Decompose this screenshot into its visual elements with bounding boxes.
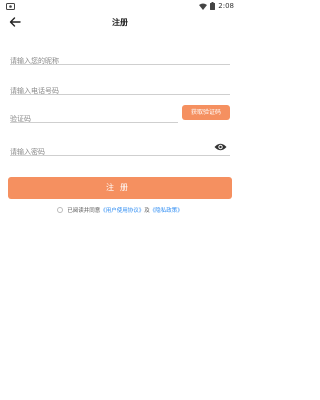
get-code-button[interactable]: 获取验证码: [182, 105, 230, 120]
nickname-input[interactable]: [10, 53, 230, 69]
register-button[interactable]: 注册: [8, 177, 232, 199]
agreement-row: 已阅读并同意 《用户使用协议》 及 《隐私政策》: [0, 205, 240, 215]
phone-input[interactable]: [10, 83, 230, 99]
agreement-prefix: 已阅读并同意: [67, 208, 101, 214]
agreement-checkbox[interactable]: [57, 207, 64, 213]
wifi-icon: [199, 3, 208, 10]
battery-icon: [210, 2, 216, 10]
privacy-policy-link[interactable]: 《隐私政策》: [150, 206, 183, 214]
user-agreement-link[interactable]: 《用户使用协议》: [100, 206, 144, 214]
status-time: 2:08: [218, 2, 234, 10]
notification-icon: [6, 3, 15, 10]
phone-field: [10, 78, 230, 99]
password-field: [10, 139, 230, 160]
password-input[interactable]: [10, 144, 230, 160]
code-field: [10, 106, 178, 127]
code-input[interactable]: [10, 111, 178, 127]
app-bar: 注册: [0, 12, 240, 32]
nickname-field: [10, 48, 230, 69]
page-title: 注册: [112, 18, 128, 27]
eye-icon[interactable]: [214, 142, 227, 152]
